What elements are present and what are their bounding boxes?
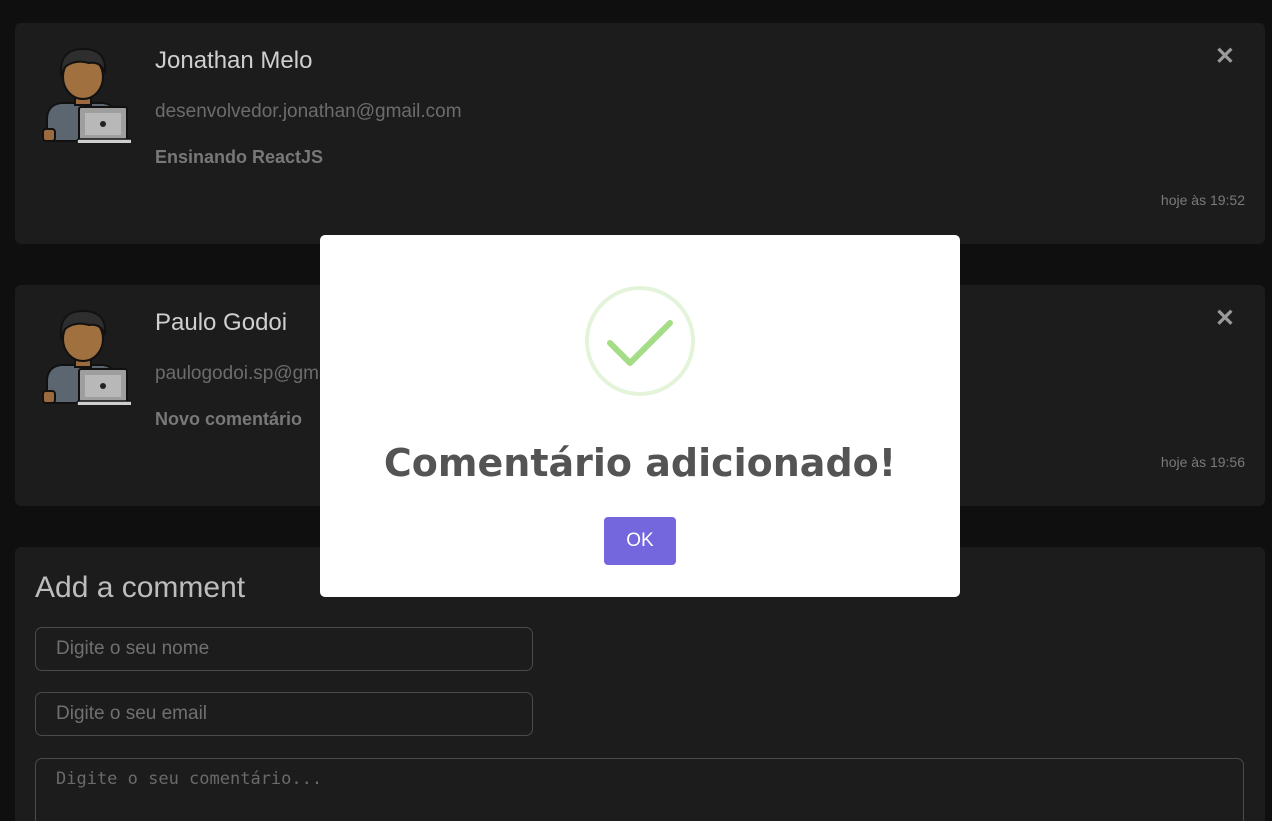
- ok-button[interactable]: OK: [604, 517, 676, 565]
- page: Jonathan Melo desenvolvedor.jonathan@gma…: [0, 0, 1272, 821]
- success-check-icon: [585, 286, 695, 396]
- dialog-title: Comentário adicionado!: [383, 441, 897, 485]
- success-dialog: Comentário adicionado! OK: [320, 235, 960, 597]
